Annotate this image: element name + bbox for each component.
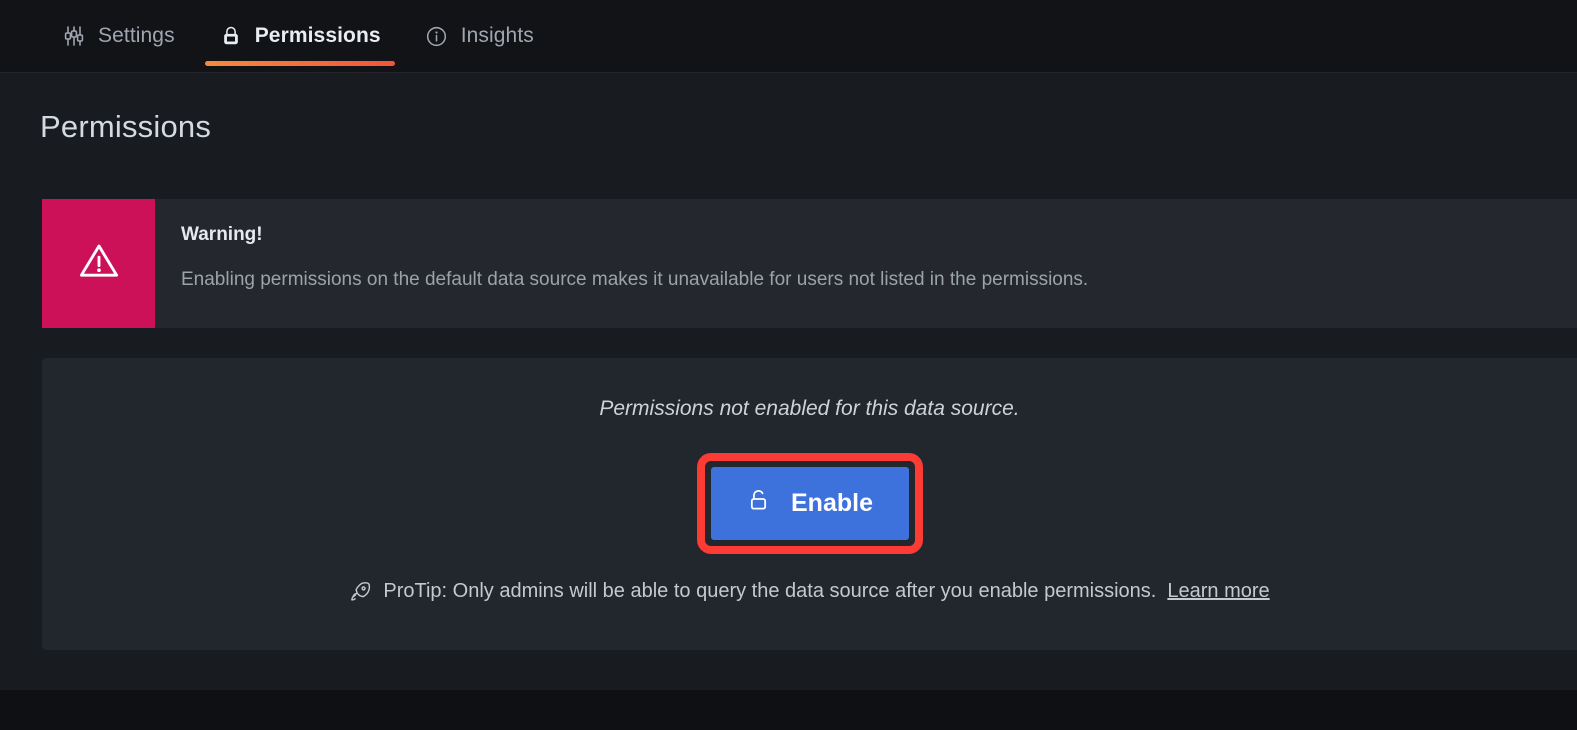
- protip-row: ProTip: Only admins will be able to quer…: [42, 580, 1577, 603]
- tab-bar: Settings Permissions Insights: [0, 0, 1577, 73]
- tab-insights-label: Insights: [460, 23, 534, 47]
- warning-body: Warning! Enabling permissions on the def…: [155, 199, 1577, 328]
- datasource-permissions-page: Settings Permissions Insights Permission…: [0, 0, 1577, 730]
- tab-insights[interactable]: Insights: [403, 0, 556, 72]
- tab-settings-label: Settings: [98, 23, 175, 47]
- page-title: Permissions: [40, 109, 212, 144]
- warning-banner: Warning! Enabling permissions on the def…: [42, 199, 1577, 328]
- unlock-icon: [746, 488, 771, 520]
- learn-more-link[interactable]: Learn more: [1167, 580, 1269, 603]
- enable-button-highlight: Enable: [696, 453, 923, 554]
- tab-permissions[interactable]: Permissions: [197, 0, 403, 72]
- rocket-icon: [349, 580, 372, 603]
- sliders-icon: [62, 24, 86, 48]
- lock-icon: [219, 24, 243, 48]
- content-area: Permissions Warning! Enabling permission…: [0, 73, 1577, 690]
- enable-button-container: Enable: [42, 453, 1577, 554]
- warning-icon-container: [42, 199, 155, 328]
- permissions-panel: Permissions not enabled for this data so…: [42, 358, 1577, 650]
- bottom-strip: [0, 690, 1577, 730]
- protip-text: ProTip: Only admins will be able to quer…: [383, 580, 1157, 602]
- warning-triangle-icon: [76, 238, 122, 289]
- warning-title: Warning!: [181, 224, 263, 245]
- warning-text: Enabling permissions on the default data…: [181, 269, 1089, 290]
- info-circle-icon: [425, 24, 449, 48]
- enable-button[interactable]: Enable: [710, 467, 909, 540]
- active-tab-indicator: [204, 61, 395, 66]
- tab-settings[interactable]: Settings: [40, 0, 197, 72]
- tab-permissions-label: Permissions: [254, 23, 381, 47]
- enable-button-label: Enable: [791, 489, 873, 517]
- permissions-status-note: Permissions not enabled for this data so…: [599, 397, 1020, 420]
